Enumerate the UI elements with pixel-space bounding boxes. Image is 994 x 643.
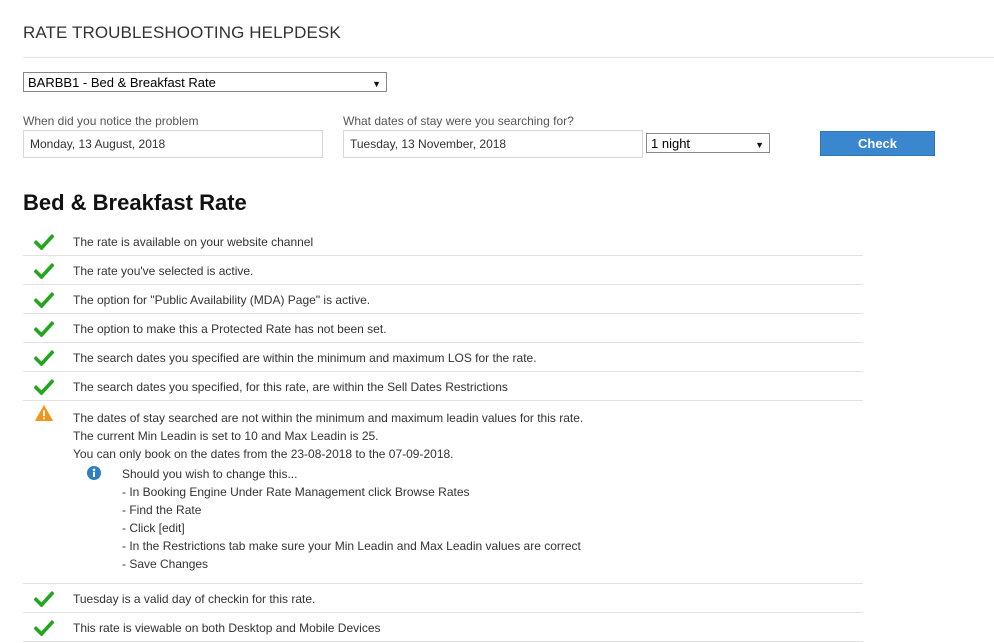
info-line: Should you wish to change this... <box>122 467 298 481</box>
warning-text: The dates of stay searched are not withi… <box>73 409 583 463</box>
info-line: - In the Restrictions tab make sure your… <box>122 539 581 553</box>
result-text: The search dates you specified, for this… <box>73 380 508 394</box>
title-divider <box>23 57 994 58</box>
nights-select-value: 1 night <box>651 136 691 151</box>
result-row: The search dates you specified are withi… <box>23 343 863 372</box>
check-button[interactable]: Check <box>820 131 935 156</box>
warning-line: The dates of stay searched are not withi… <box>73 411 584 425</box>
warning-icon <box>35 405 53 421</box>
results-list: The rate is available on your website ch… <box>23 227 863 642</box>
info-line: - Find the Rate <box>122 503 202 517</box>
check-icon <box>34 379 54 395</box>
result-row: The search dates you specified, for this… <box>23 372 863 401</box>
result-text: The search dates you specified are withi… <box>73 351 537 365</box>
check-icon <box>34 350 54 366</box>
result-row: The rate is available on your website ch… <box>23 227 863 256</box>
notice-date-label: When did you notice the problem <box>23 114 199 128</box>
warning-line: The current Min Leadin is set to 10 and … <box>73 429 379 443</box>
info-line: - Click [edit] <box>122 521 185 535</box>
check-icon <box>34 263 54 279</box>
rate-heading: Bed & Breakfast Rate <box>23 190 247 215</box>
result-text: The rate is available on your website ch… <box>73 235 314 249</box>
check-icon <box>34 234 54 250</box>
check-icon <box>34 292 54 308</box>
notice-date-input[interactable]: Monday, 13 August, 2018 <box>23 130 323 158</box>
check-icon <box>34 591 54 607</box>
rate-select[interactable]: BARBB1 - Bed & Breakfast Rate ▼ <box>23 72 387 92</box>
nights-select[interactable]: 1 night ▼ <box>646 133 770 153</box>
info-text: Should you wish to change this... - In B… <box>122 465 622 573</box>
check-icon <box>34 620 54 636</box>
info-icon <box>87 466 101 480</box>
info-line: - In Booking Engine Under Rate Managemen… <box>122 485 470 499</box>
check-icon <box>34 321 54 337</box>
result-row: The rate you've selected is active. <box>23 256 863 285</box>
result-text: The option to make this a Protected Rate… <box>73 322 387 336</box>
result-row: This rate is viewable on both Desktop an… <box>23 613 863 642</box>
warning-row: The dates of stay searched are not withi… <box>23 401 863 584</box>
result-text: Tuesday is a valid day of checkin for th… <box>73 592 316 606</box>
info-line: - Save Changes <box>122 557 209 571</box>
result-row: Tuesday is a valid day of checkin for th… <box>23 584 863 613</box>
result-text: This rate is viewable on both Desktop an… <box>73 621 381 635</box>
result-row: The option for "Public Availability (MDA… <box>23 285 863 314</box>
result-text: The option for "Public Availability (MDA… <box>73 293 371 307</box>
result-text: The rate you've selected is active. <box>73 264 254 278</box>
dropdown-arrow-icon: ▼ <box>755 140 764 150</box>
warning-line: You can only book on the dates from the … <box>73 447 454 461</box>
result-row: The option to make this a Protected Rate… <box>23 314 863 343</box>
dropdown-arrow-icon: ▼ <box>372 79 381 89</box>
page-title: RATE TROUBLESHOOTING HELPDESK <box>23 23 341 42</box>
stay-date-label: What dates of stay were you searching fo… <box>343 114 574 128</box>
rate-select-value: BARBB1 - Bed & Breakfast Rate <box>28 75 216 90</box>
stay-date-input[interactable]: Tuesday, 13 November, 2018 <box>343 130 643 158</box>
